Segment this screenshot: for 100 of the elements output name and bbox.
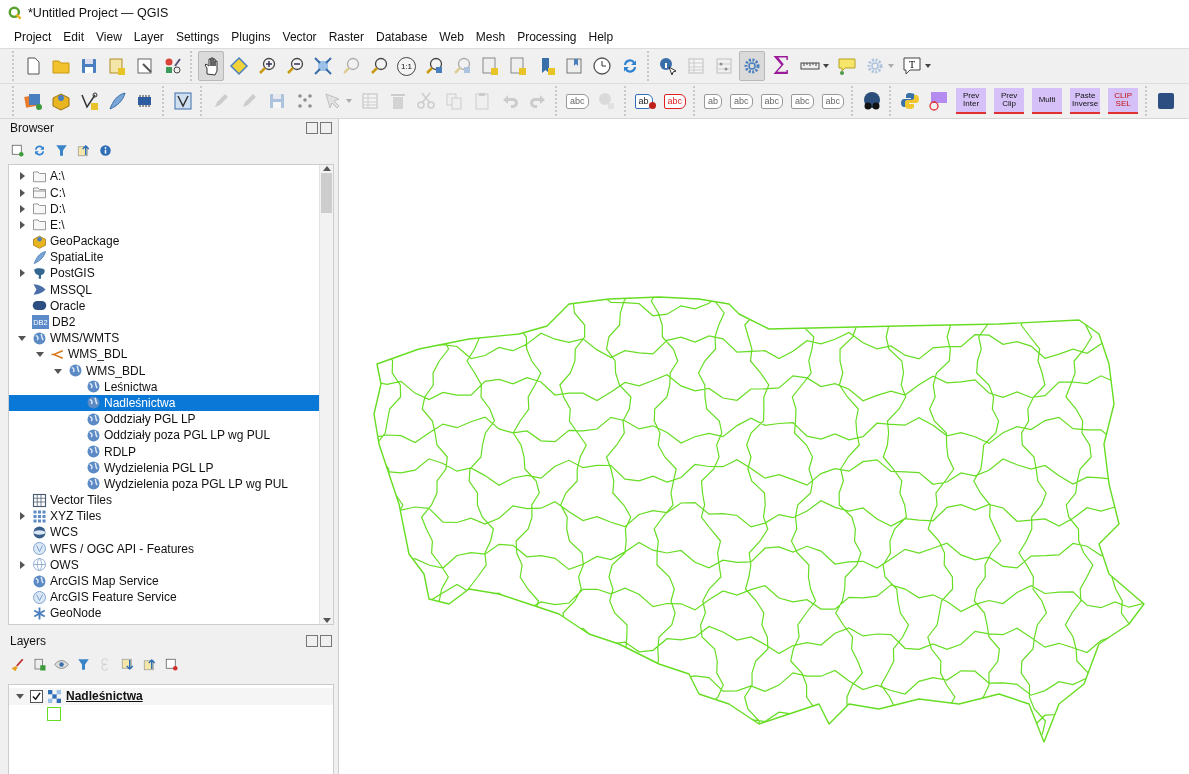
tool-button[interactable] — [54, 142, 69, 158]
tree-item[interactable]: Oddziały PGL LP — [9, 411, 319, 428]
tree-item[interactable]: WMS_BDL — [9, 346, 283, 363]
zoom-out-icon — [285, 56, 305, 76]
tree-item[interactable]: WFS / OGC API - Features — [9, 540, 265, 557]
tree-item[interactable]: MSSQL — [9, 281, 265, 298]
folder-icon — [32, 168, 47, 184]
filter-icon — [54, 142, 69, 158]
tree-item[interactable]: SpatiaLite — [9, 249, 265, 266]
label-tag-icon: abc — [760, 93, 784, 109]
menu-item[interactable]: Raster — [322, 30, 370, 44]
float-button[interactable] — [306, 635, 318, 648]
tool-button[interactable] — [10, 656, 25, 672]
globe-icon — [32, 330, 47, 346]
toolbar-button[interactable]: ab — [631, 86, 659, 116]
menu-item[interactable]: Database — [369, 30, 434, 44]
caret-icon[interactable] — [17, 268, 27, 279]
collapse-all-icon — [142, 656, 157, 672]
caret-icon[interactable] — [17, 559, 27, 570]
globe-icon — [86, 427, 101, 443]
tree-item[interactable]: Leśnictwa — [9, 378, 319, 395]
dropdown-caret-icon[interactable] — [925, 64, 931, 68]
settings-icon — [742, 56, 762, 76]
close-button[interactable] — [320, 635, 332, 648]
caret-icon[interactable] — [17, 511, 27, 522]
tree-item[interactable]: XYZ Tiles — [9, 508, 265, 525]
tree-item[interactable]: WMS/WMTS — [9, 330, 265, 347]
tool-button[interactable] — [32, 142, 47, 158]
folder-icon — [32, 201, 47, 217]
tree-item[interactable]: WCS — [9, 524, 265, 541]
tree-item[interactable]: Oracle — [9, 297, 265, 314]
tree-item[interactable]: Wydzielenia poza PGL LP wg PUL — [9, 475, 319, 492]
tool-button[interactable] — [164, 656, 179, 672]
float-button[interactable] — [306, 121, 318, 134]
zoom-in-icon — [257, 56, 277, 76]
new-square-icon — [10, 142, 25, 158]
info-cursor-icon — [658, 56, 678, 76]
menu-item[interactable]: Processing — [511, 30, 583, 44]
tree-item[interactable]: RDLP — [9, 443, 319, 460]
abacus-icon — [714, 56, 734, 76]
legend-entry[interactable]: Nadleśnictwa — [9, 687, 333, 705]
menu-item[interactable]: Layer — [127, 30, 170, 44]
drive-icon — [32, 185, 47, 200]
menu-item[interactable]: Plugins — [225, 30, 277, 44]
scroll-thumb[interactable] — [321, 173, 332, 214]
tree-item[interactable]: WMS_BDL — [9, 362, 301, 379]
tree-item[interactable]: ArcGIS Map Service — [9, 572, 265, 590]
tree-item[interactable]: C:\ — [9, 184, 265, 201]
magnifier-icon — [424, 56, 444, 76]
close-button[interactable] — [320, 121, 332, 134]
plugin-icon — [928, 91, 949, 111]
tree-item[interactable]: PostGIS — [9, 265, 265, 282]
magnifier-icon — [452, 56, 472, 76]
menu-item[interactable]: View — [90, 30, 128, 44]
toolbar-button[interactable]: abc — [660, 86, 690, 116]
tree-item[interactable]: Oddziały poza PGL LP wg PUL — [9, 427, 319, 444]
tree-item[interactable]: Nadleśnictwa — [9, 394, 319, 412]
scissors-icon — [416, 91, 436, 111]
layer-checkbox[interactable] — [30, 689, 43, 703]
caret-icon[interactable] — [17, 203, 27, 214]
menu-item[interactable]: Project — [8, 30, 58, 44]
tree-item[interactable]: Wydzielenia PGL LP — [9, 459, 319, 476]
menu-item[interactable]: Mesh — [469, 30, 512, 44]
package-icon — [51, 91, 71, 111]
dropdown-caret-icon[interactable] — [823, 64, 829, 68]
tree-item[interactable]: E:\ — [9, 216, 265, 233]
tree-item[interactable]: GeoPackage — [9, 232, 265, 250]
globe-icon — [32, 573, 47, 589]
scroll-down-icon[interactable] — [322, 617, 331, 624]
tool-button[interactable] — [32, 656, 47, 672]
tree-item[interactable]: ArcGIS Feature Service — [9, 589, 265, 606]
label-tag-icon: abc — [566, 93, 589, 109]
tool-button[interactable] — [120, 656, 135, 672]
caret-icon[interactable] — [17, 171, 27, 182]
tool-button[interactable] — [98, 142, 113, 158]
menu-item[interactable]: Help — [582, 30, 620, 44]
tool-button[interactable] — [76, 142, 91, 158]
tool-button[interactable] — [142, 656, 157, 672]
menu-item[interactable]: Vector — [276, 30, 323, 44]
tree-item[interactable]: GeoNode — [9, 605, 265, 622]
tree-item[interactable]: D:\ — [9, 200, 265, 217]
toolbar-button[interactable]: T — [899, 51, 934, 81]
toolbar-button[interactable] — [198, 51, 224, 81]
tree-item[interactable]: OWS — [9, 556, 265, 573]
menu-item[interactable]: Edit — [57, 30, 91, 44]
scrollbar[interactable] — [319, 165, 333, 624]
remove-layer-icon — [164, 656, 179, 672]
menu-item[interactable]: Settings — [169, 30, 226, 44]
arrows-icon — [229, 56, 249, 76]
tree-item[interactable]: Vector Tiles — [9, 491, 265, 509]
toolbar-button[interactable]: 1:1 — [394, 51, 419, 81]
menu-item[interactable]: Web — [433, 30, 470, 44]
tool-button[interactable] — [76, 656, 91, 672]
folder-icon — [32, 217, 47, 233]
tree-item[interactable]: A:\ — [9, 168, 265, 185]
label-tag-icon: ab — [634, 93, 653, 109]
tool-button[interactable] — [10, 142, 25, 158]
caret-icon[interactable] — [17, 219, 27, 230]
caret-icon[interactable] — [17, 187, 27, 198]
window-title: *Untitled Project — QGIS — [28, 6, 169, 20]
